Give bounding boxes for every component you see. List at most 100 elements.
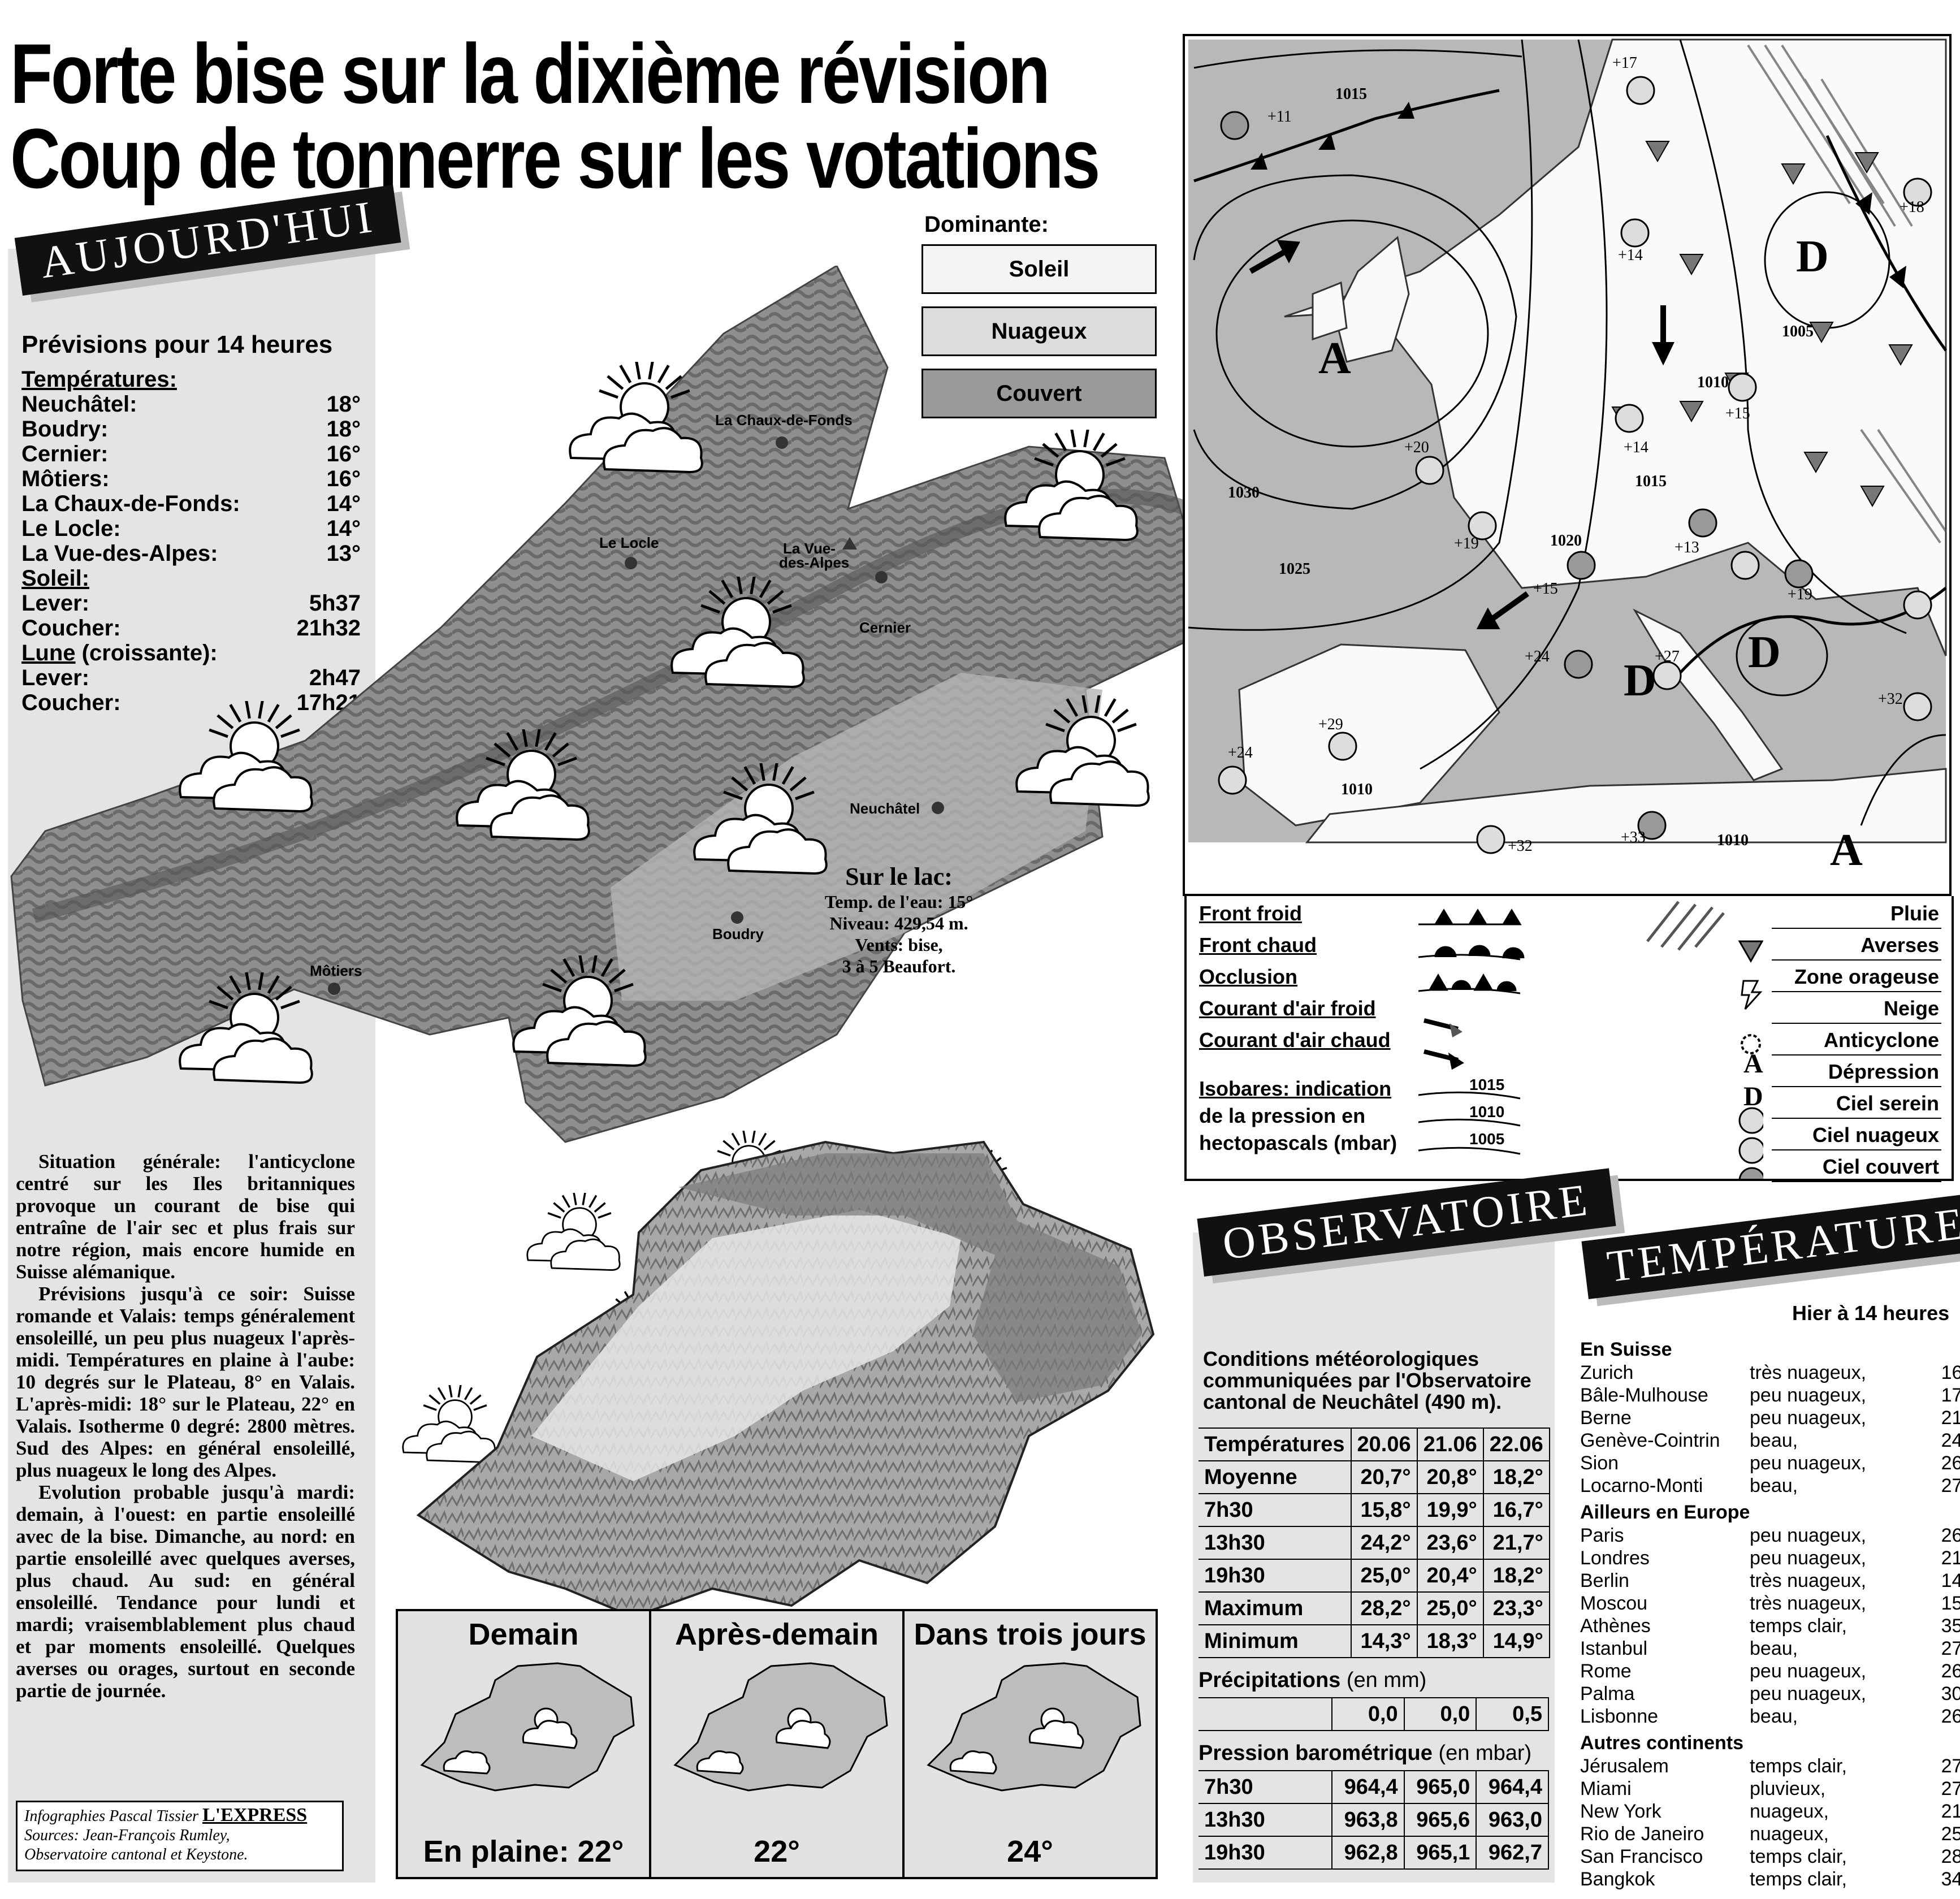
temp-p18: +18: [1900, 198, 1924, 216]
temp-value: 28°: [1941, 1846, 1960, 1867]
temp-city: Palma: [1580, 1683, 1635, 1705]
legend-a-letter: A: [1743, 1049, 1763, 1079]
obs-cell: 963,8: [1331, 1803, 1405, 1837]
observatoire-intro: Conditions météorologiques communiquées …: [1203, 1347, 1531, 1413]
obs-cell: 20,7°: [1350, 1460, 1418, 1494]
sun-cloud-icon: [670, 577, 805, 689]
obs-cell: 965,1: [1403, 1836, 1477, 1870]
sun-cloud-icon: [569, 362, 703, 474]
obs-pressure-row: 7h30 964,4 965,0 964,4: [1199, 1770, 1549, 1804]
temp-sky: beau,: [1750, 1638, 1798, 1659]
temp-city: Moscou: [1580, 1593, 1648, 1614]
isobar-1020: 1020: [1550, 532, 1582, 550]
low-pressure-d-italy: D: [1748, 628, 1781, 677]
legend-left-item: Occlusion: [1199, 965, 1298, 988]
credits-line-2: Sources: Jean-François Rumley,: [24, 1827, 230, 1844]
temp-sky: temps clair,: [1750, 1868, 1847, 1890]
temp-p15-a: +15: [1725, 405, 1750, 422]
legend-right-item: Neige: [1883, 997, 1939, 1020]
legend-rule: [1772, 1118, 1941, 1119]
legend-rule: [1772, 1023, 1941, 1024]
temp-p32-b: +32: [1508, 837, 1533, 855]
temp-sky: très nuageux,: [1750, 1593, 1867, 1614]
temperatures-subtitle: Hier à 14 heures: [1792, 1301, 1950, 1325]
lac-lines: Temp. de l'eau: 15° Niveau: 429,54 m. Vent…: [814, 891, 984, 977]
temp-city-row: Bâle-Mulhouse peu nuageux, 17°: [1580, 1384, 1960, 1407]
legend-d-letter: D: [1743, 1082, 1763, 1111]
temp-city-row: Rio de Janeiro nuageux, 25°: [1580, 1823, 1960, 1845]
legend-right-item: Ciel nuageux: [1812, 1123, 1939, 1147]
temp-city-row: Lisbonne beau, 26°: [1580, 1705, 1960, 1728]
temp-city: New York: [1580, 1801, 1662, 1822]
obs-date: 21.06: [1416, 1428, 1484, 1461]
temp-city-row: Miami pluvieux, 27°: [1580, 1777, 1960, 1800]
temp-sky: très nuageux,: [1750, 1362, 1867, 1383]
obs-temp-row: 13h30 24,2° 23,6° 21,7°: [1199, 1526, 1550, 1560]
temp-city: Locarno-Monti: [1580, 1475, 1703, 1496]
obs-row-label: 19h30: [1199, 1836, 1332, 1870]
observatoire-precip-table: 0,0 0,0 0,5: [1199, 1697, 1549, 1731]
temp-city: Rio de Janeiro: [1580, 1823, 1704, 1845]
temp-city: San Francisco: [1580, 1846, 1703, 1867]
temp-value: 15°: [1941, 1593, 1960, 1614]
temp-city: Genève-Cointrin: [1580, 1430, 1720, 1451]
temp-city: Paris: [1580, 1525, 1624, 1546]
temp-sky: peu nuageux,: [1750, 1547, 1867, 1569]
legend-right-item: Ciel couvert: [1822, 1155, 1939, 1178]
sun-cloud-icon: [179, 701, 313, 813]
temperatures-banner: TEMPÉRATURES: [1581, 1188, 1960, 1299]
europe-map: A A D D D 1015 1030 1025 1020 1010 1015 …: [1183, 34, 1952, 896]
obs-cell: 14,3°: [1350, 1624, 1418, 1658]
temp-sky: beau,: [1750, 1430, 1798, 1451]
temp-city: Sion: [1580, 1452, 1619, 1474]
sun-cloud-icon: [1004, 430, 1139, 542]
temp-sky: peu nuageux,: [1750, 1452, 1867, 1474]
temp-city-row: Palma peu nuageux, 30°: [1580, 1682, 1960, 1705]
city-label-boudry: Boudry: [712, 925, 764, 942]
low-pressure-d-east: D: [1796, 232, 1829, 282]
temp-value: 21°: [1941, 1407, 1960, 1429]
obs-cell: 20,4°: [1416, 1559, 1484, 1593]
temp-value: 26°: [1941, 1525, 1960, 1546]
temp-value: 14°: [1941, 1570, 1960, 1591]
legend-isobare-text: Isobares: indication: [1199, 1077, 1392, 1100]
isobar-1015-b: 1015: [1635, 473, 1667, 490]
sun-cloud-icon: [693, 763, 828, 875]
temp-city: Jérusalem: [1580, 1755, 1669, 1777]
lac-block: Sur le lac: Temp. de l'eau: 15° Niveau: 4…: [814, 862, 984, 977]
temp-value: 26°: [1941, 1706, 1960, 1727]
obs-row-label: 13h30: [1199, 1803, 1332, 1837]
high-pressure-a-africa: A: [1830, 825, 1863, 875]
isobar-1010-c: 1010: [1717, 832, 1749, 849]
obs-cell: 20,8°: [1416, 1460, 1484, 1494]
temp-value: 30°: [1941, 1683, 1960, 1705]
city-label-locle: Le Locle: [599, 534, 659, 551]
precip-label: Précipitations: [1199, 1668, 1341, 1692]
temp-sky: peu nuageux,: [1750, 1660, 1867, 1682]
forecast-panel: Demain En plaine: 22° Après-demain 22° Dans …: [396, 1609, 1158, 1879]
obs-cell: 19,9°: [1416, 1493, 1484, 1527]
observatoire-temperature-table: Températures 20.06 21.06 22.06 Moyenne 20,7° 2…: [1199, 1428, 1550, 1658]
vue-des-alpes-peak-icon: [842, 537, 857, 550]
city-label-chaux: La Chaux-de-Fonds: [715, 412, 853, 429]
obs-temp-row: Minimum 14,3° 18,3° 14,9°: [1199, 1624, 1550, 1658]
obs-date: 22.06: [1482, 1428, 1550, 1461]
temp-p13: +13: [1675, 539, 1699, 556]
legend-right-item: Ciel serein: [1836, 1092, 1939, 1115]
legend-right-item: Dépression: [1828, 1060, 1939, 1083]
temp-city-row: Istanbul beau, 27°: [1580, 1637, 1960, 1660]
temp-city-row: Londres peu nuageux, 21°: [1580, 1547, 1960, 1569]
obs-cell: 965,6: [1403, 1803, 1477, 1837]
obs-cell: 18,2°: [1482, 1559, 1550, 1593]
forecast-day-temp: 24°: [1007, 1835, 1053, 1868]
city-dot-boudry: [731, 911, 743, 924]
temp-sky: nuageux,: [1750, 1823, 1829, 1845]
legend-right-item: Pluie: [1890, 902, 1939, 925]
temp-city-row: Athènes temps clair, 35°: [1580, 1615, 1960, 1637]
temp-city-row: Jérusalem temps clair, 27°: [1580, 1755, 1960, 1777]
temp-city: Londres: [1580, 1547, 1650, 1569]
obs-cell: 963,0: [1476, 1803, 1549, 1837]
lac-line: Temp. de l'eau: 15°: [824, 892, 973, 912]
temp-sky: nuageux,: [1750, 1801, 1829, 1822]
obs-cell: 0,5: [1476, 1697, 1549, 1731]
